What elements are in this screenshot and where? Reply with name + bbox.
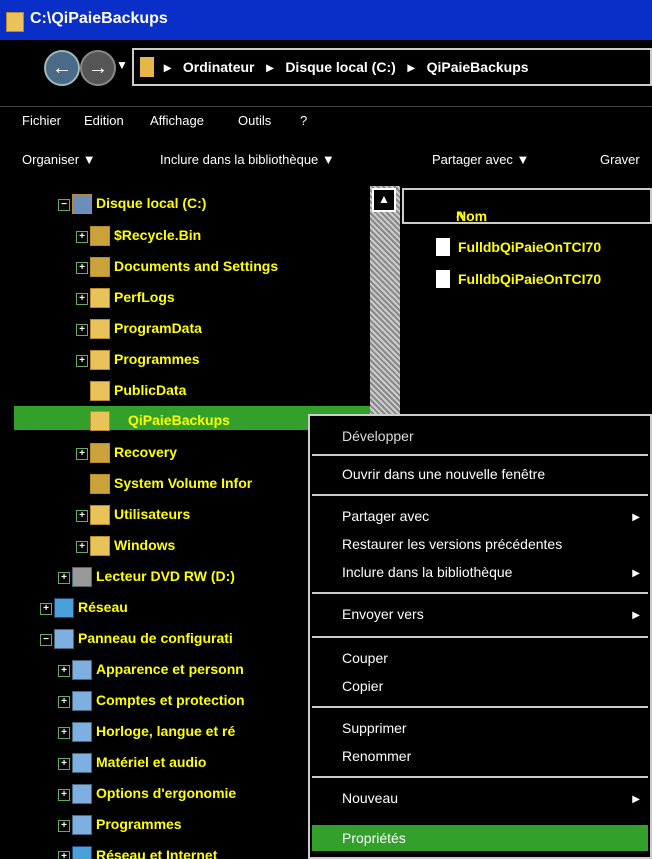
expand-icon[interactable]: +: [58, 789, 70, 801]
hardware-icon: [72, 753, 92, 773]
menu-item-include-library[interactable]: Inclure dans la bibliothèque: [342, 564, 512, 580]
menu-item-share-with[interactable]: Partager avec: [342, 508, 429, 524]
locked-folder-icon: [90, 257, 110, 277]
submenu-arrow-icon: ▶: [632, 794, 640, 805]
submenu-arrow-icon: ▶: [632, 610, 640, 621]
menu-separator: [312, 636, 648, 638]
locked-folder-icon: [90, 226, 110, 246]
submenu-arrow-icon: ▶: [632, 512, 640, 523]
recent-pages-dropdown[interactable]: ▼: [116, 58, 128, 72]
folder-icon: [90, 411, 110, 431]
include-library-button[interactable]: Inclure dans la bibliothèque ▼: [160, 152, 335, 167]
expand-icon[interactable]: +: [76, 231, 88, 243]
menu-edition[interactable]: Edition: [84, 113, 124, 128]
menu-affichage[interactable]: Affichage: [150, 113, 204, 128]
folder-icon: [90, 505, 110, 525]
appearance-icon: [72, 660, 92, 680]
menu-item-copy[interactable]: Copier: [342, 678, 383, 694]
menu-separator: [312, 592, 648, 594]
command-bar: Organiser ▼ Inclure dans la bibliothèque…: [0, 146, 652, 176]
menu-item-new[interactable]: Nouveau: [342, 790, 398, 806]
expand-icon[interactable]: +: [58, 696, 70, 708]
expand-icon[interactable]: +: [58, 758, 70, 770]
collapse-icon[interactable]: −: [58, 199, 70, 211]
breadcrumb-ordinateur[interactable]: Ordinateur: [183, 59, 255, 75]
address-row: ← → ▼ ▸ Ordinateur ▸ Disque local (C:) ▸…: [0, 42, 652, 104]
expand-icon[interactable]: +: [76, 510, 88, 522]
expand-icon[interactable]: +: [58, 851, 70, 859]
menu-item-developper[interactable]: Développer: [342, 428, 414, 444]
back-arrow-icon: ←: [52, 57, 72, 79]
menu-item-open-new-window[interactable]: Ouvrir dans une nouvelle fenêtre: [342, 466, 545, 482]
menu-item-restore-versions[interactable]: Restaurer les versions précédentes: [342, 536, 562, 552]
menu-fichier[interactable]: Fichier: [22, 113, 61, 128]
expand-icon[interactable]: +: [76, 324, 88, 336]
menu-separator: [312, 776, 648, 778]
burn-button[interactable]: Graver: [600, 152, 640, 167]
clock-icon: [72, 722, 92, 742]
drive-icon: [72, 194, 92, 214]
document-icon: [436, 270, 450, 288]
back-button[interactable]: ←: [44, 50, 80, 86]
folder-icon: [90, 350, 110, 370]
breadcrumb-disque-local[interactable]: Disque local (C:): [285, 59, 395, 75]
folder-icon: [90, 319, 110, 339]
address-bar[interactable]: ▸ Ordinateur ▸ Disque local (C:) ▸ QiPai…: [132, 48, 652, 86]
expand-icon[interactable]: +: [76, 541, 88, 553]
organiser-button[interactable]: Organiser ▼: [22, 152, 96, 167]
menu-separator: [312, 706, 648, 708]
programs-icon: [72, 815, 92, 835]
breadcrumb-qipaiebackups[interactable]: QiPaieBackups: [427, 59, 529, 75]
expand-icon[interactable]: +: [40, 603, 52, 615]
folder-icon: [90, 536, 110, 556]
expand-icon[interactable]: +: [58, 820, 70, 832]
network-icon: [54, 598, 74, 618]
locked-folder-icon: [90, 443, 110, 463]
menu-separator: [312, 454, 648, 456]
expand-icon[interactable]: +: [58, 665, 70, 677]
menu-item-delete[interactable]: Supprimer: [342, 720, 407, 736]
menu-bar: Fichier Edition Affichage Outils ?: [0, 106, 652, 133]
folder-icon: [90, 288, 110, 308]
control-panel-icon: [54, 629, 74, 649]
breadcrumb: ▸ Ordinateur ▸ Disque local (C:) ▸ QiPai…: [164, 59, 529, 75]
menu-item-send-to[interactable]: Envoyer vers: [342, 606, 424, 622]
folder-icon: [90, 381, 110, 401]
folder-icon: [140, 57, 154, 77]
expand-icon[interactable]: +: [76, 448, 88, 460]
folder-icon: [6, 12, 24, 32]
menu-item-properties[interactable]: Propriétés: [342, 830, 406, 846]
menu-help[interactable]: ?: [300, 113, 307, 128]
title-bar: C:\QiPaieBackups: [0, 0, 652, 40]
column-header-nom[interactable]: Nom ^: [402, 188, 652, 224]
forward-button[interactable]: →: [80, 50, 116, 86]
dvd-drive-icon: [72, 567, 92, 587]
accessibility-icon: [72, 784, 92, 804]
collapse-icon[interactable]: −: [40, 634, 52, 646]
network-internet-icon: [72, 846, 92, 859]
menu-outils[interactable]: Outils: [238, 113, 271, 128]
users-icon: [72, 691, 92, 711]
expand-icon[interactable]: +: [76, 262, 88, 274]
document-icon: [436, 238, 450, 256]
submenu-arrow-icon: ▶: [632, 568, 640, 579]
scroll-up-button[interactable]: ▲: [372, 188, 396, 212]
expand-icon[interactable]: +: [76, 355, 88, 367]
locked-folder-icon: [90, 474, 110, 494]
expand-icon[interactable]: +: [58, 572, 70, 584]
menu-separator: [312, 494, 648, 496]
menu-item-rename[interactable]: Renommer: [342, 748, 411, 764]
explorer-window: C:\QiPaieBackups ← → ▼ ▸ Ordinateur ▸ Di…: [0, 0, 652, 859]
sort-ascending-icon: ^: [456, 208, 465, 224]
expand-icon[interactable]: +: [58, 727, 70, 739]
window-title: C:\QiPaieBackups: [30, 10, 168, 27]
context-menu: Développer Ouvrir dans une nouvelle fenê…: [308, 414, 652, 859]
share-button[interactable]: Partager avec ▼: [432, 152, 529, 167]
forward-arrow-icon: →: [88, 57, 108, 79]
menu-item-cut[interactable]: Couper: [342, 650, 388, 666]
expand-icon[interactable]: +: [76, 293, 88, 305]
